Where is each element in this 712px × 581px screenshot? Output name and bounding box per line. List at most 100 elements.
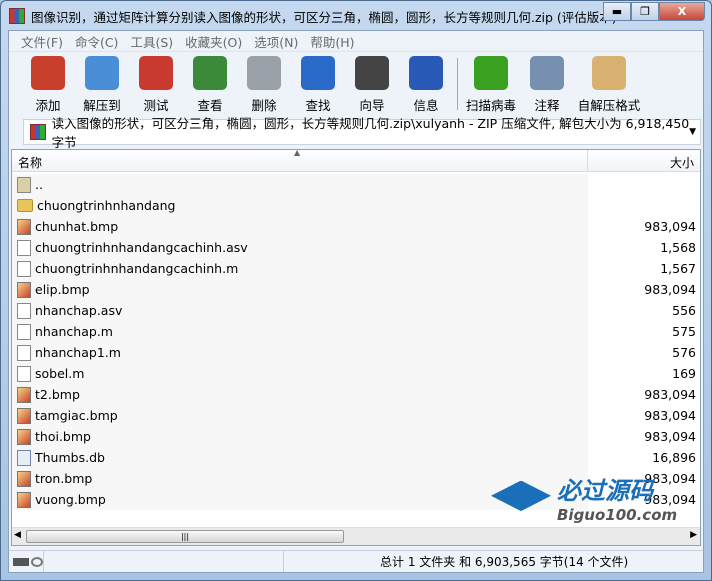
toolbar-button[interactable]: 扫描病毒	[462, 52, 520, 114]
file-size: 983,094	[644, 219, 696, 234]
watermark-en: Biguo100.com	[557, 506, 678, 524]
column-header-size[interactable]: 大小	[588, 150, 700, 171]
file-row[interactable]: elip.bmp 983,094	[12, 279, 700, 300]
sort-arrow-icon: ▲	[294, 148, 301, 157]
file-name: Thumbs.db	[35, 450, 105, 465]
file-icon	[17, 323, 31, 340]
file-name: chuongtrinhnhandangcachinh.m	[35, 261, 239, 276]
drive-icon	[13, 557, 29, 566]
file-row[interactable]: nhanchap1.m 576	[12, 342, 700, 363]
file-name: chuongtrinhnhandangcachinh.asv	[35, 240, 248, 255]
title-bar: 图像识别，通过矩阵计算分别读入图像的形状，可区分三角，椭圆，圆形，长方等规则几何…	[9, 6, 617, 26]
menu-item[interactable]: 文件(F)	[15, 32, 69, 51]
toolbar-label: 信息	[413, 98, 439, 113]
winrar-icon	[9, 8, 25, 24]
toolbar-label: 添加	[35, 98, 61, 113]
file-name: t2.bmp	[35, 387, 80, 402]
file-row[interactable]: nhanchap.asv 556	[12, 300, 700, 321]
bmp-icon	[17, 407, 31, 424]
maximize-button[interactable]: ❐	[631, 2, 659, 21]
toolbar-button[interactable]: 信息	[399, 52, 453, 114]
up-icon	[17, 176, 31, 193]
file-icon	[17, 365, 31, 382]
file-name: elip.bmp	[35, 282, 90, 297]
bmp-icon	[17, 470, 31, 487]
scrollbar-thumb[interactable]: |||	[26, 530, 344, 543]
app-window: 图像识别，通过矩阵计算分别读入图像的形状，可区分三角，椭圆，圆形，长方等规则几何…	[0, 0, 712, 581]
toolbar-icon	[139, 56, 173, 90]
file-row[interactable]: chunhat.bmp 983,094	[12, 216, 700, 237]
file-row[interactable]: tamgiac.bmp 983,094	[12, 405, 700, 426]
toolbar-label: 测试	[143, 98, 169, 113]
archive-icon	[30, 124, 46, 140]
toolbar-label: 查看	[197, 98, 223, 113]
file-size: 983,094	[644, 282, 696, 297]
toolbar-button[interactable]: 向导	[345, 52, 399, 114]
toolbar-button[interactable]: 自解压格式	[574, 52, 644, 114]
file-name: ..	[35, 177, 43, 192]
file-icon	[17, 239, 31, 256]
toolbar: 添加 解压到 测试 查看 删除 查找 向导 信息 扫描病毒 注释 自解压格式	[9, 51, 703, 115]
toolbar-button[interactable]: 解压到	[75, 52, 129, 114]
menu-item[interactable]: 选项(N)	[248, 32, 304, 51]
scroll-left-icon[interactable]: ◀	[14, 530, 21, 540]
file-icon	[17, 260, 31, 277]
toolbar-icon	[193, 56, 227, 90]
toolbar-button[interactable]: 测试	[129, 52, 183, 114]
toolbar-label: 自解压格式	[577, 98, 641, 113]
file-name: tron.bmp	[35, 471, 93, 486]
menu-item[interactable]: 命令(C)	[69, 32, 124, 51]
file-size: 1,567	[660, 261, 696, 276]
toolbar-label: 删除	[251, 98, 277, 113]
file-row[interactable]: ..	[12, 174, 700, 195]
graduation-cap-icon	[491, 480, 551, 512]
close-button[interactable]: X	[659, 2, 705, 21]
toolbar-button[interactable]: 查找	[291, 52, 345, 114]
file-name: nhanchap.m	[35, 324, 113, 339]
watermark-cn: 必过源码	[557, 477, 653, 505]
address-path: 读入图像的形状，可区分三角，椭圆，圆形，长方等规则几何.zip\xulyanh …	[51, 116, 690, 150]
menu-item[interactable]: 帮助(H)	[304, 32, 360, 51]
bmp-icon	[17, 491, 31, 508]
file-name: chunhat.bmp	[35, 219, 119, 234]
address-bar[interactable]: 读入图像的形状，可区分三角，椭圆，圆形，长方等规则几何.zip\xulyanh …	[23, 116, 701, 150]
toolbar-button[interactable]: 删除	[237, 52, 291, 114]
file-size: 983,094	[644, 408, 696, 423]
dropdown-arrow-icon[interactable]: ▼	[689, 127, 696, 137]
menu-item[interactable]: 工具(S)	[124, 32, 179, 51]
toolbar-separator	[457, 58, 458, 110]
watermark: 必过源码 Biguo100.com	[491, 471, 677, 524]
toolbar-icon	[474, 56, 508, 90]
toolbar-icon	[355, 56, 389, 90]
file-size: 576	[672, 345, 696, 360]
toolbar-label: 查找	[305, 98, 331, 113]
file-row[interactable]: chuongtrinhnhandangcachinh.m 1,567	[12, 258, 700, 279]
file-row[interactable]: chuongtrinhnhandang	[12, 195, 700, 216]
file-row[interactable]: t2.bmp 983,094	[12, 384, 700, 405]
horizontal-scrollbar[interactable]: ◀ ||| ▶	[12, 527, 700, 545]
toolbar-icon	[530, 56, 564, 90]
scroll-right-icon[interactable]: ▶	[690, 530, 697, 540]
toolbar-icon	[592, 56, 626, 90]
file-name: thoi.bmp	[35, 429, 91, 444]
file-row[interactable]: Thumbs.db 16,896	[12, 447, 700, 468]
file-name: tamgiac.bmp	[35, 408, 118, 423]
toolbar-icon	[301, 56, 335, 90]
status-bar: 总计 1 文件夹 和 6,903,565 字节(14 个文件)	[9, 550, 703, 572]
db-icon	[17, 449, 31, 466]
toolbar-label: 向导	[359, 98, 385, 113]
toolbar-button[interactable]: 添加	[21, 52, 75, 114]
bmp-icon	[17, 281, 31, 298]
minimize-button[interactable]: ▬	[603, 2, 631, 21]
status-text: 总计 1 文件夹 和 6,903,565 字节(14 个文件)	[380, 555, 629, 569]
file-row[interactable]: thoi.bmp 983,094	[12, 426, 700, 447]
toolbar-button[interactable]: 查看	[183, 52, 237, 114]
file-row[interactable]: sobel.m 169	[12, 363, 700, 384]
menu-item[interactable]: 收藏夹(O)	[179, 32, 248, 51]
file-row[interactable]: chuongtrinhnhandangcachinh.asv 1,568	[12, 237, 700, 258]
file-row[interactable]: nhanchap.m 575	[12, 321, 700, 342]
file-size: 169	[672, 366, 696, 381]
file-name: nhanchap.asv	[35, 303, 123, 318]
toolbar-button[interactable]: 注释	[520, 52, 574, 114]
toolbar-icon	[85, 56, 119, 90]
